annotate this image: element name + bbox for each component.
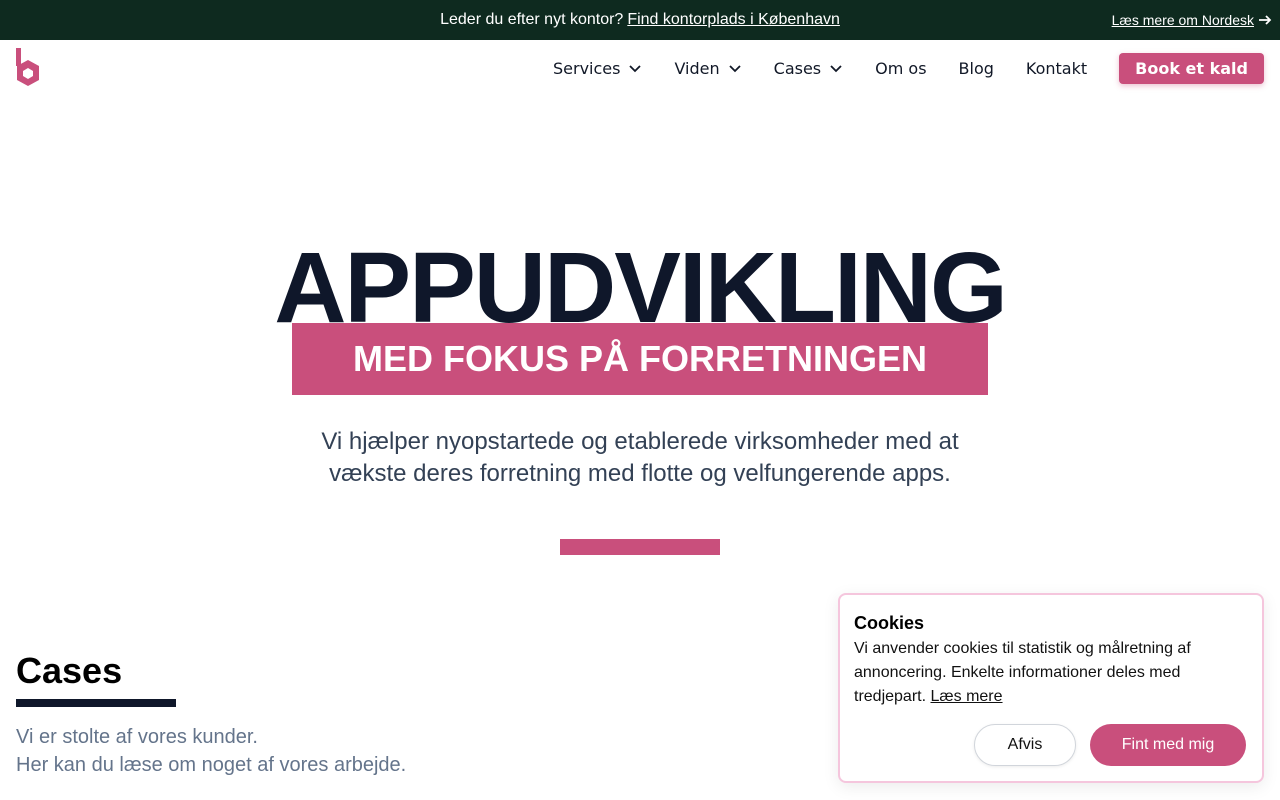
cases-line-2: Her kan du læse om noget af vores arbejd… bbox=[16, 754, 407, 776]
cookie-accept-button[interactable]: Fint med mig bbox=[1090, 724, 1246, 766]
nav-menu: Services Viden Cases Om os Blog Kontakt … bbox=[521, 52, 1264, 84]
announcement-right[interactable]: Læs mere om Nordesk bbox=[1112, 0, 1272, 40]
nordesk-link[interactable]: Læs mere om Nordesk bbox=[1112, 12, 1254, 28]
hero-accent-bar bbox=[560, 539, 720, 555]
nav-item-label: Services bbox=[552, 58, 621, 78]
chevron-down-icon bbox=[629, 65, 642, 73]
nav-item-label: Blog bbox=[958, 58, 994, 78]
cases-line-1: Vi er stolte af vores kunder. bbox=[16, 726, 258, 748]
logo-icon[interactable] bbox=[16, 48, 40, 88]
hero-subtitle: MED FOKUS PÅ FORRETNINGEN bbox=[292, 323, 988, 395]
chevron-down-icon bbox=[830, 65, 842, 73]
announcement-center: Leder du efter nyt kontor? Find kontorpl… bbox=[0, 0, 1280, 40]
cookie-title: Cookies bbox=[854, 613, 925, 633]
cookie-text-block: Vi anvender cookies til statistik og mål… bbox=[854, 637, 1244, 709]
nav-item-label: Kontakt bbox=[1025, 58, 1088, 78]
nav-item-blog[interactable]: Blog bbox=[959, 59, 994, 78]
nav-item-viden[interactable]: Viden bbox=[674, 59, 741, 78]
nav-item-kontakt[interactable]: Kontakt bbox=[1026, 59, 1087, 78]
nav-item-services[interactable]: Services bbox=[553, 59, 642, 78]
cookie-text: Vi anvender cookies til statistik og mål… bbox=[854, 640, 1191, 705]
cookie-reject-button[interactable]: Afvis bbox=[974, 724, 1076, 766]
main-nav: Services Viden Cases Om os Blog Kontakt … bbox=[0, 40, 1280, 96]
chevron-down-icon bbox=[729, 65, 741, 73]
nav-item-label: Viden bbox=[674, 58, 720, 78]
cases-description: Vi er stolte af vores kunder. Her kan du… bbox=[16, 723, 406, 779]
cookie-banner: Cookies Vi anvender cookies til statisti… bbox=[838, 593, 1264, 783]
hero-description: Vi hjælper nyopstartede og etablerede vi… bbox=[321, 428, 959, 487]
cookie-read-more-link[interactable]: Læs mere bbox=[931, 688, 1003, 705]
nav-item-label: Om os bbox=[875, 58, 927, 78]
arrow-right-icon bbox=[1259, 15, 1272, 25]
cases-heading: Cases bbox=[16, 650, 123, 691]
nav-item-om-os[interactable]: Om os bbox=[875, 59, 926, 78]
nav-item-label: Cases bbox=[773, 58, 822, 78]
cases-underline bbox=[16, 699, 176, 707]
announcement-text: Leder du efter nyt kontor? bbox=[440, 11, 624, 28]
announcement-bar: Leder du efter nyt kontor? Find kontorpl… bbox=[0, 0, 1280, 40]
nav-item-cases[interactable]: Cases bbox=[774, 59, 844, 78]
find-office-link[interactable]: Find kontorplads i København bbox=[627, 11, 840, 29]
book-call-button[interactable]: Book et kald bbox=[1119, 52, 1264, 84]
